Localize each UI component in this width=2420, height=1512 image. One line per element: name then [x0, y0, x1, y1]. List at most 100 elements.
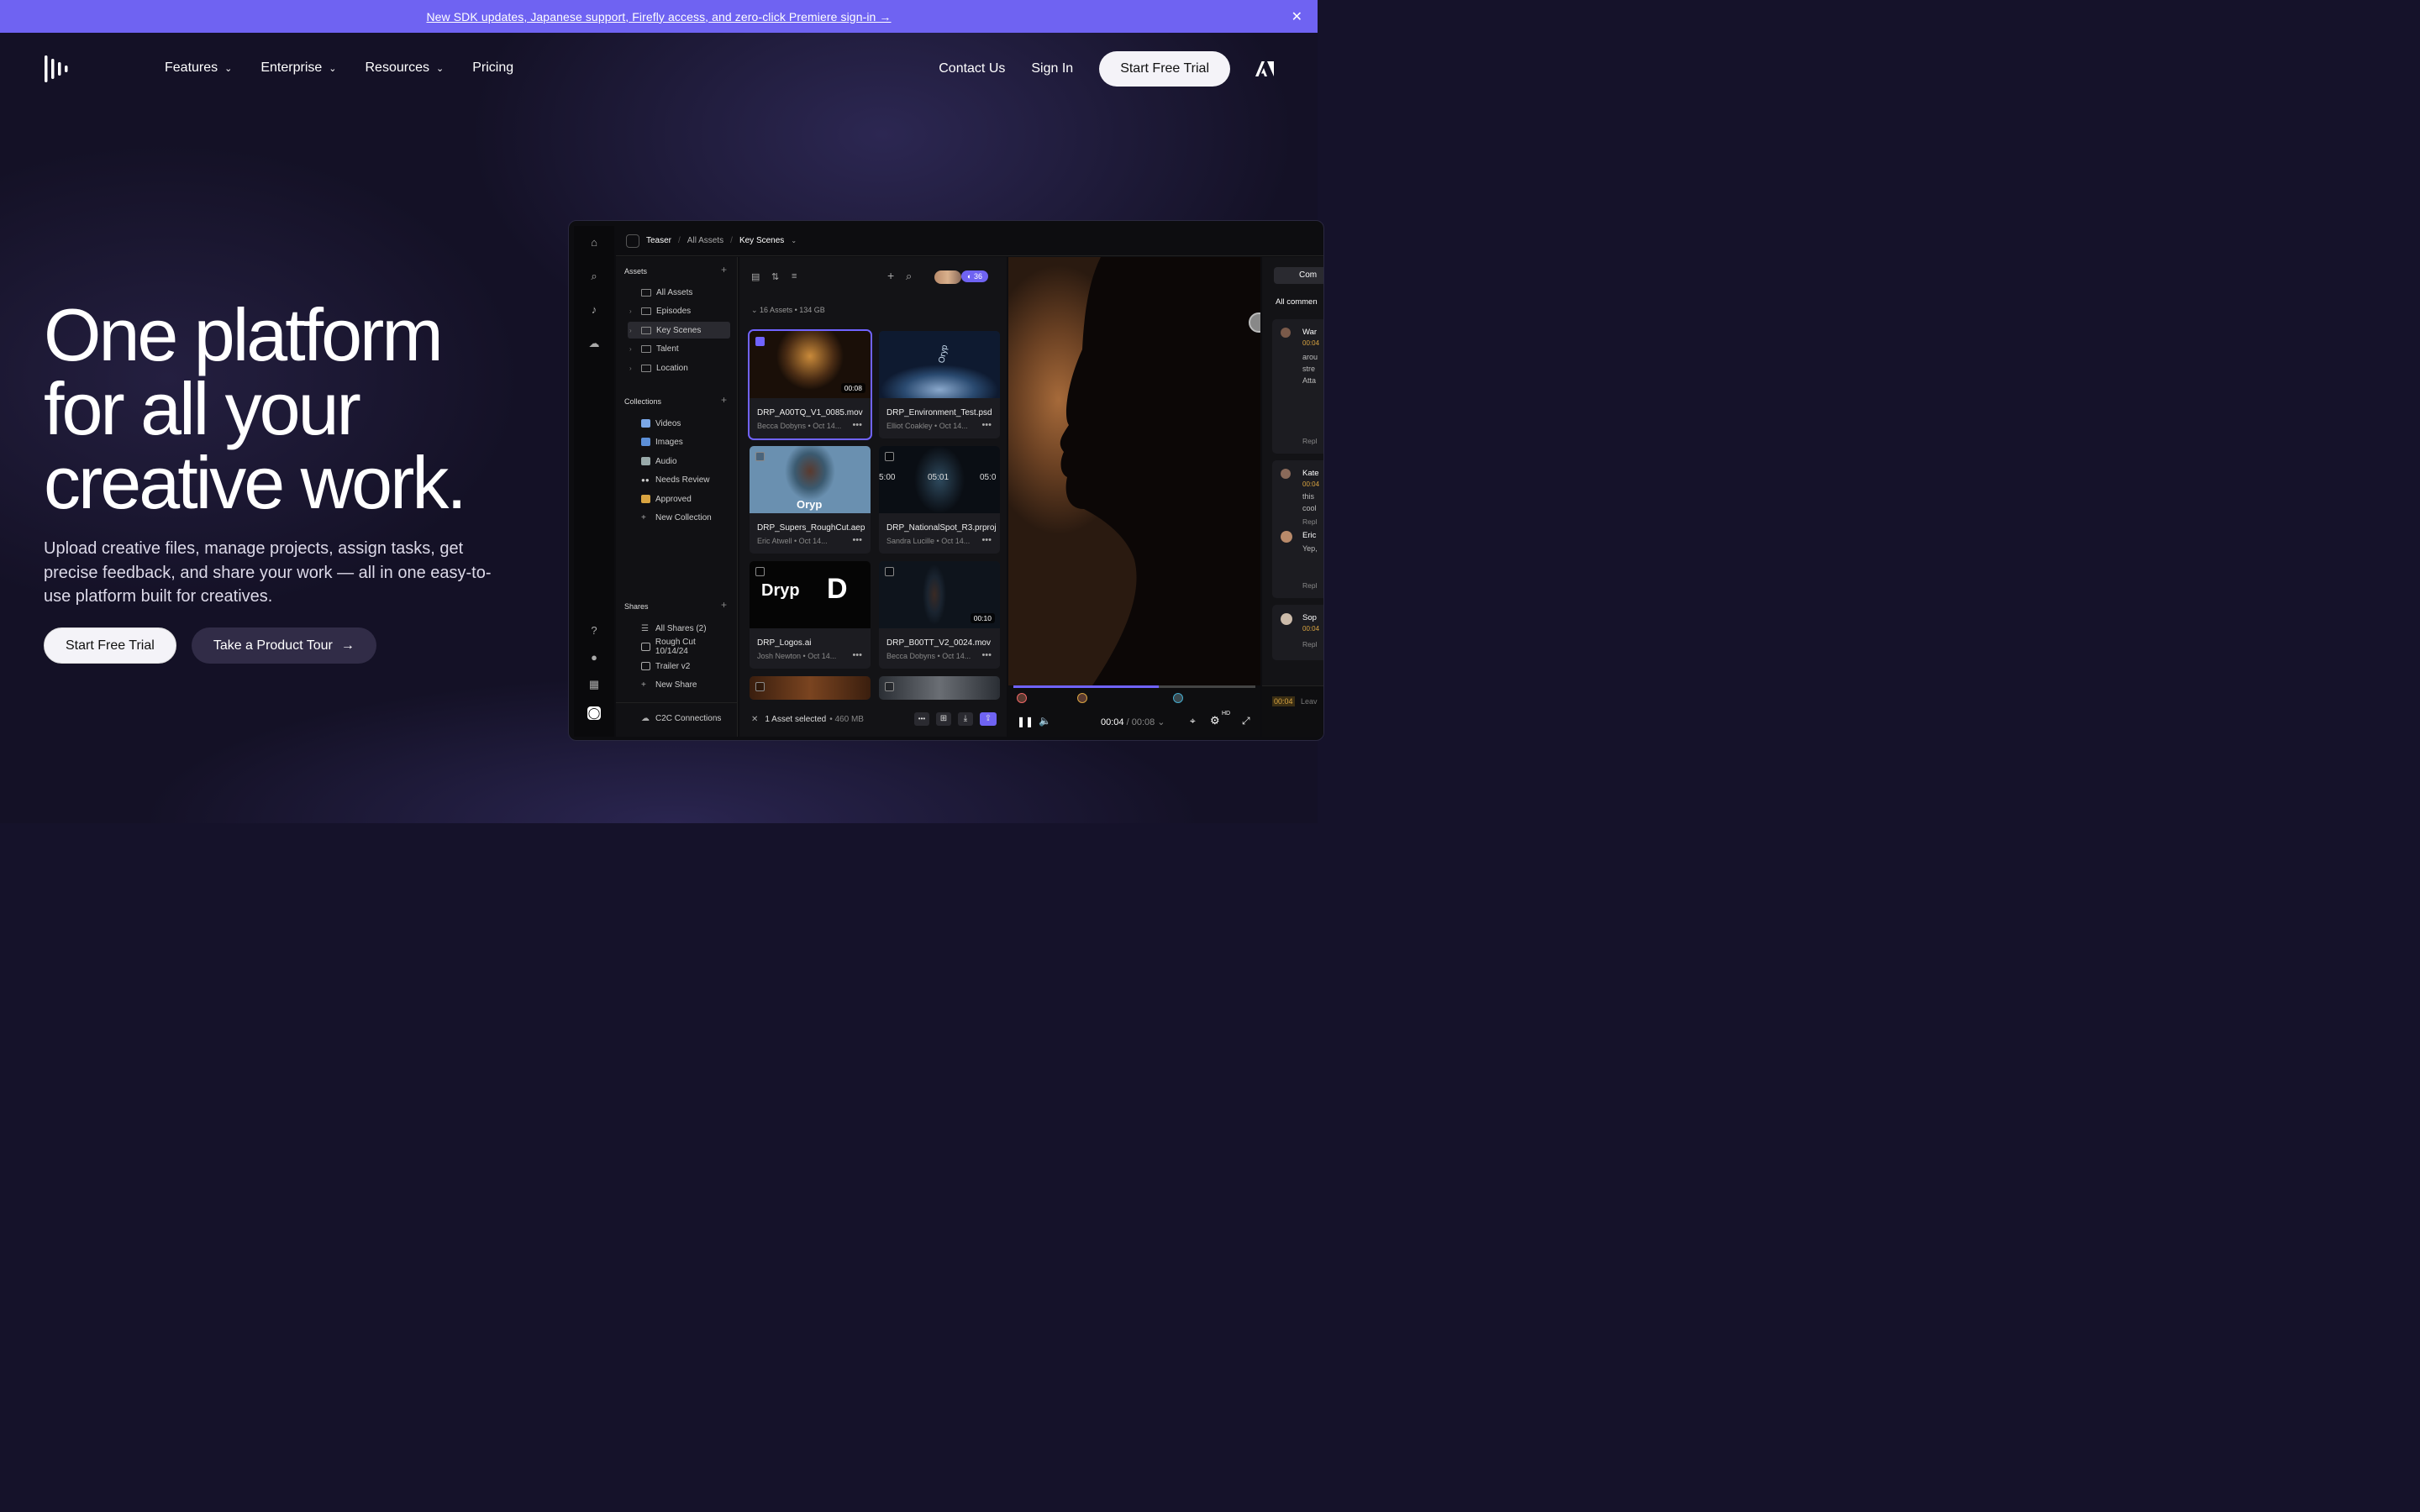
bell-icon[interactable]: ♪ — [587, 303, 601, 317]
help-icon[interactable]: ? — [587, 624, 601, 638]
share-rough-cut[interactable]: Rough Cut 10/14/24 — [628, 638, 730, 656]
more-icon[interactable]: ••• — [914, 712, 929, 726]
nav-resources[interactable]: Resources ⌄ — [366, 60, 445, 76]
c2c-connections[interactable]: ☁ C2C Connections — [628, 710, 730, 727]
asset-card[interactable]: 5:00 05:01 05:0 DRP_NationalSpot_R3.prpr… — [879, 446, 1000, 554]
product-tour-button[interactable]: Take a Product Tour → — [191, 627, 376, 664]
new-share[interactable]: + New Share — [628, 676, 730, 693]
keyboard-icon[interactable]: ▦ — [587, 678, 601, 691]
marker-icon[interactable]: ⌖ — [1190, 715, 1196, 727]
collection-videos[interactable]: Videos — [628, 415, 730, 432]
avatar[interactable] — [1017, 693, 1027, 703]
start-free-trial-button[interactable]: Start Free Trial — [1099, 51, 1230, 87]
avatar[interactable] — [1173, 693, 1183, 703]
folder-episodes[interactable]: › Episodes — [628, 302, 730, 319]
new-collection[interactable]: + New Collection — [628, 509, 730, 526]
folder-location[interactable]: › Location — [628, 360, 730, 376]
brand-logo[interactable] — [44, 54, 72, 88]
checkbox[interactable] — [885, 567, 894, 576]
compare-icon[interactable]: ⊞ — [936, 712, 951, 726]
more-icon[interactable]: ••• — [852, 650, 862, 660]
reply-link[interactable]: Repl — [1302, 640, 1317, 648]
collection-needs-review[interactable]: ●● Needs Review — [628, 471, 730, 488]
checkbox[interactable] — [755, 337, 765, 346]
folder-all-assets[interactable]: All Assets — [628, 284, 730, 301]
sort-icon[interactable]: ⇅ — [771, 271, 779, 282]
comment-card[interactable]: Sop 00:04 Repl — [1272, 605, 1323, 660]
filter-icon[interactable]: ≡ — [792, 271, 797, 281]
search-icon[interactable]: ⌕ — [587, 270, 601, 283]
frameio-icon[interactable]: ◯ — [587, 706, 601, 720]
more-icon[interactable]: ••• — [852, 420, 862, 430]
nav-pricing[interactable]: Pricing — [472, 60, 513, 76]
reply-link[interactable]: Repl — [1302, 581, 1317, 590]
banner-link[interactable]: New SDK updates, Japanese support, Firef… — [426, 10, 891, 24]
comment-text: Yep, — [1302, 544, 1318, 553]
share-trailer[interactable]: Trailer v2 — [628, 658, 730, 675]
video-frame[interactable] — [1008, 257, 1260, 685]
asset-card[interactable]: 00:08 DRP_A00TQ_V1_0085.mov Becca Dobyns… — [748, 329, 872, 440]
contact-us-link[interactable]: Contact Us — [939, 61, 1005, 76]
sign-in-link[interactable]: Sign In — [1031, 61, 1073, 76]
breadcrumb-project[interactable]: Teaser — [646, 236, 671, 245]
volume-icon[interactable]: 🔈 — [1039, 715, 1051, 727]
avatars[interactable] — [934, 270, 961, 284]
share-all[interactable]: ☰ All Shares (2) — [628, 620, 730, 637]
add-share-icon[interactable]: + — [721, 599, 727, 611]
adobe-logo-icon[interactable] — [1255, 60, 1274, 81]
share-icon[interactable]: ⇪ — [980, 712, 997, 726]
breadcrumb-current[interactable]: Key Scenes — [739, 236, 784, 245]
user-count-badge[interactable]: ◐ 36 — [961, 270, 988, 282]
close-icon[interactable]: ✕ — [1292, 8, 1302, 25]
fullscreen-icon[interactable]: ⤢ — [1242, 715, 1250, 727]
comment-card[interactable]: War 00:04 arou stre Atta Repl — [1272, 319, 1323, 454]
tab-comments[interactable]: Com — [1274, 267, 1323, 284]
gear-icon[interactable]: ⚙ — [1210, 714, 1220, 727]
folder-talent[interactable]: › Talent — [628, 340, 730, 357]
asset-card[interactable] — [750, 676, 871, 700]
layout-icon[interactable]: ▤ — [751, 271, 760, 282]
home-icon[interactable]: ⌂ — [587, 236, 601, 249]
nav-enterprise[interactable]: Enterprise ⌄ — [260, 60, 336, 76]
silhouette — [1060, 257, 1260, 685]
add-asset-icon[interactable]: + — [721, 264, 727, 276]
all-comments-filter[interactable]: All commen — [1276, 297, 1318, 307]
checkbox[interactable] — [755, 452, 765, 461]
progress-bar[interactable] — [1013, 685, 1255, 688]
checkbox[interactable] — [755, 567, 765, 576]
comment-input[interactable]: 00:04 Leav — [1262, 685, 1323, 737]
avatar[interactable] — [1077, 693, 1087, 703]
more-icon[interactable]: ••• — [981, 420, 992, 430]
chevron-right-icon: › — [629, 307, 632, 315]
more-icon[interactable]: ••• — [852, 535, 862, 545]
search-icon[interactable]: ⌕ — [906, 270, 912, 283]
asset-card[interactable]: Dryp D DRP_Logos.ai Josh Newton • Oct 14… — [750, 561, 871, 669]
checkbox[interactable] — [885, 452, 894, 461]
reply-link[interactable]: Repl — [1302, 517, 1317, 526]
collection-images[interactable]: Images — [628, 433, 730, 450]
collection-audio[interactable]: Audio — [628, 453, 730, 470]
asset-card[interactable]: 00:10 DRP_B00TT_V2_0024.mov Becca Dobyns… — [879, 561, 1000, 669]
reply-link[interactable]: Repl — [1302, 437, 1317, 445]
lightbulb-icon[interactable]: ● — [587, 651, 601, 664]
breadcrumb-all-assets[interactable]: All Assets — [687, 236, 723, 245]
folder-key-scenes[interactable]: › Key Scenes — [628, 322, 730, 339]
more-icon[interactable]: ••• — [981, 650, 992, 660]
close-icon[interactable]: ✕ — [751, 715, 758, 724]
asset-card[interactable] — [879, 676, 1000, 700]
asset-card[interactable]: Oryp DRP_Environment_Test.psd Elliot Coa… — [879, 331, 1000, 438]
nav-features[interactable]: Features ⌄ — [165, 60, 232, 76]
hero-start-trial-button[interactable]: Start Free Trial — [44, 627, 176, 664]
asset-card[interactable]: Oryp DRP_Supers_RoughCut.aep Eric Atwell… — [750, 446, 871, 554]
pause-icon[interactable]: ❚❚ — [1017, 716, 1034, 727]
comment-card[interactable]: Kate 00:04 this cool Repl Eric Yep, Repl — [1272, 460, 1323, 598]
add-icon[interactable]: + — [887, 269, 894, 282]
download-icon[interactable]: ⤓ — [958, 712, 973, 726]
collection-approved[interactable]: Approved — [628, 491, 730, 507]
checkbox[interactable] — [755, 682, 765, 691]
upload-icon[interactable]: ☁ — [587, 337, 601, 350]
checkbox[interactable] — [885, 682, 894, 691]
commenter-name: Kate — [1302, 469, 1319, 478]
more-icon[interactable]: ••• — [981, 535, 992, 545]
add-collection-icon[interactable]: + — [721, 394, 727, 406]
